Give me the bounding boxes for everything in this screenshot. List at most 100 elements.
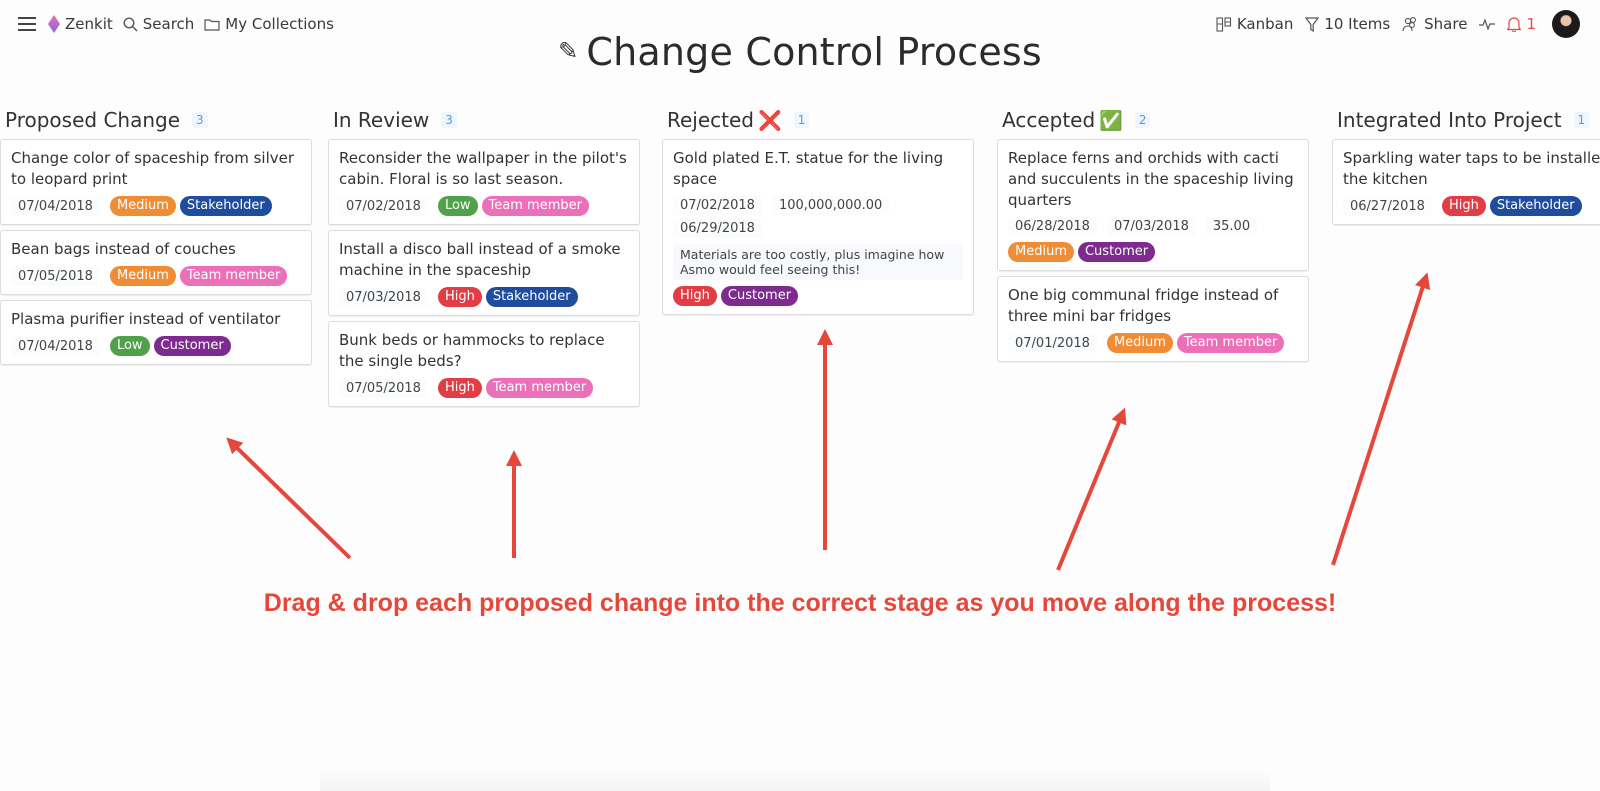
card-title: Change color of spaceship from silver to… [11,149,295,188]
tag-customer[interactable]: Customer [1077,242,1156,262]
card-list: Reconsider the wallpaper in the pilot's … [328,139,640,407]
card-title: Gold plated E.T. statue for the living s… [673,149,944,188]
card-title: One big communal fridge instead of three… [1008,286,1279,325]
column-count-badge: 1 [793,112,810,128]
card-list: Gold plated E.T. statue for the living s… [662,139,974,315]
card-field-value: 07/04/2018 [11,196,100,216]
arrow-to-integrated [1331,272,1431,566]
page-title[interactable]: ✎ Change Control Process [0,30,1600,74]
card-field-value: 07/03/2018 [1106,217,1196,236]
card-tags: High Team member [437,378,594,398]
tag-customer[interactable]: Customer [720,286,799,306]
tag-medium[interactable]: Medium [109,266,176,286]
column-in-review[interactable]: In Review 3 Reconsider the wallpaper in th… [328,104,640,407]
card-fields: 06/28/2018 07/03/2018 35.00 [1008,217,1298,236]
column-header: Proposed Change 3 [0,104,312,136]
cross-mark-icon: ❌ [758,109,782,132]
tag-low[interactable]: Low [109,336,150,356]
card-list: Sparkling water taps to be installed in … [1332,139,1600,225]
tag-stakeholder[interactable]: Stakeholder [1489,196,1582,216]
column-count-badge: 1 [1573,112,1590,128]
column-title: Rejected [667,108,755,132]
tag-customer[interactable]: Customer [153,336,231,356]
card-fields: 07/05/2018 Medium Team member [11,266,301,286]
card-field-value: 06/27/2018 [1343,196,1432,216]
column-title: Proposed Change [5,108,181,132]
tag-high[interactable]: High [673,286,717,306]
tag-high[interactable]: High [1441,196,1486,216]
activity-icon[interactable] [1479,18,1496,30]
card-field-value: 35.00 [1205,217,1258,236]
card-field-value: 07/03/2018 [339,287,428,307]
card-fields: 07/02/2018 100,000,000.00 06/29/2018 [673,196,963,238]
kanban-card[interactable]: Plasma purifier instead of ventilator 07/… [0,300,312,365]
card-fields: 07/03/2018 High Stakeholder [339,287,629,307]
tag-medium[interactable]: Medium [1106,333,1173,353]
kanban-card[interactable]: One big communal fridge instead of three… [997,276,1309,362]
card-field-value: 07/02/2018 [339,196,428,216]
card-list: Change color of spaceship from silver to… [0,139,312,365]
tag-team-member[interactable]: Team member [481,196,589,216]
kanban-card[interactable]: Bean bags instead of couches 07/05/2018 Me… [0,230,312,295]
card-field-value: 07/05/2018 [11,266,100,286]
card-note: Materials are too costly, plus imagine h… [673,244,963,280]
card-title: Reconsider the wallpaper in the pilot's … [339,149,627,188]
card-tags: Low Team member [437,196,589,216]
tag-stakeholder[interactable]: Stakeholder [485,287,578,307]
kanban-card[interactable]: Change color of spaceship from silver to… [0,139,312,225]
column-accepted[interactable]: Accepted ✅ 2 Replace ferns and orchids with… [997,104,1309,362]
column-count-badge: 3 [192,112,208,128]
card-field-value: 07/01/2018 [1008,333,1097,353]
card-field-value: 100,000,000.00 [771,196,890,215]
tag-medium[interactable]: Medium [1008,242,1074,262]
card-title: Sparkling water taps to be installed in … [1343,149,1600,188]
tag-team-member[interactable]: Team member [485,378,594,398]
column-count-badge: 2 [1134,112,1151,128]
kanban-card[interactable]: Sparkling water taps to be installed in … [1332,139,1600,225]
card-field-value: 06/28/2018 [1008,217,1097,236]
card-title: Bean bags instead of couches [11,240,236,258]
column-proposed-change[interactable]: Proposed Change 3 Change color of spaceshi… [0,104,312,365]
card-field-value: 07/02/2018 [673,196,762,215]
card-tags: Medium Customer [1008,242,1156,262]
pencil-edit-icon[interactable]: ✎ [558,37,578,65]
tag-high[interactable]: High [437,378,482,398]
card-fields: 07/04/2018 Medium Stakeholder [11,196,301,216]
column-integrated-into-project[interactable]: Integrated Into Project 1 Sparkling water … [1332,104,1600,225]
arrow-to-proposed-change [226,437,352,560]
card-tag-row: High Customer [673,286,963,306]
check-mark-icon: ✅ [1099,109,1123,132]
column-title: Integrated Into Project [1337,108,1562,132]
column-header: Accepted ✅ 2 [997,104,1309,136]
page-title-text: Change Control Process [586,30,1042,74]
column-header: In Review 3 [328,104,640,136]
card-fields: 07/05/2018 High Team member [339,378,629,398]
card-title: Bunk beds or hammocks to replace the sin… [339,331,605,370]
tag-medium[interactable]: Medium [109,196,176,216]
card-field-value: 07/05/2018 [339,378,428,398]
column-header: Rejected ❌ 1 [662,104,974,136]
kanban-card[interactable]: Bunk beds or hammocks to replace the sin… [328,321,640,407]
tag-team-member[interactable]: Team member [179,266,288,286]
card-fields: 07/04/2018 Low Customer [11,336,301,356]
card-field-value: 06/29/2018 [673,219,762,238]
card-tag-row: Medium Customer [1008,242,1298,262]
kanban-card[interactable]: Gold plated E.T. statue for the living s… [662,139,974,315]
column-header: Integrated Into Project 1 [1332,104,1600,136]
tag-team-member[interactable]: Team member [1176,333,1285,353]
tag-high[interactable]: High [437,287,482,307]
column-rejected[interactable]: Rejected ❌ 1 Gold plated E.T. statue for th… [662,104,974,315]
column-title: In Review [333,108,430,132]
card-tags: Medium Team member [109,266,288,286]
kanban-card[interactable]: Reconsider the wallpaper in the pilot's … [328,139,640,225]
tag-stakeholder[interactable]: Stakeholder [179,196,272,216]
kanban-card[interactable]: Install a disco ball instead of a smoke … [328,230,640,316]
card-fields: 06/27/2018 High Stakeholder [1343,196,1600,216]
tag-low[interactable]: Low [437,196,478,216]
card-fields: 07/02/2018 Low Team member [339,196,629,216]
card-list: Replace ferns and orchids with cacti and… [997,139,1309,362]
kanban-card[interactable]: Replace ferns and orchids with cacti and… [997,139,1309,271]
card-tags: High Stakeholder [1441,196,1582,216]
card-tags: High Stakeholder [437,287,578,307]
card-tags: Low Customer [109,336,231,356]
